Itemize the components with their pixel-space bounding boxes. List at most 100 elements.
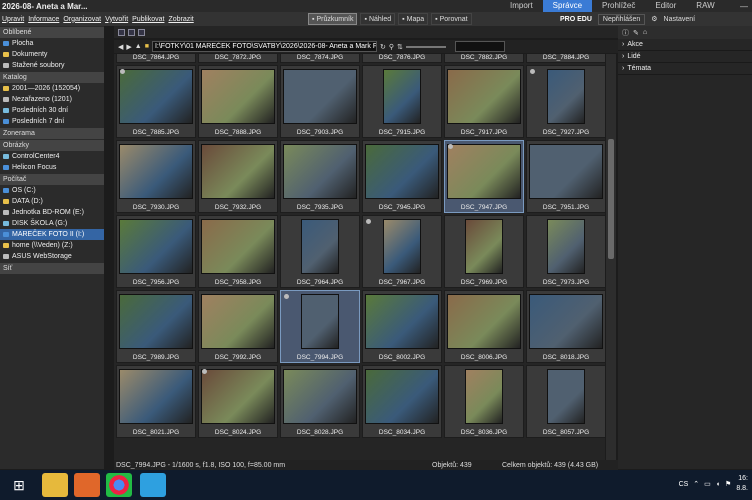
sidebar-item[interactable]: Posledních 30 dní bbox=[0, 105, 104, 116]
menu-item[interactable]: Informace bbox=[26, 16, 61, 23]
photo-app-icon[interactable] bbox=[140, 473, 166, 497]
sidebar-item[interactable]: Jednotka BD-ROM (E:) bbox=[0, 207, 104, 218]
sidebar-item[interactable]: DISK ŠKOLA (G:) bbox=[0, 218, 104, 229]
layout-icon[interactable] bbox=[118, 28, 125, 36]
sidebar-item[interactable]: ControlCenter4 bbox=[0, 151, 104, 162]
sidebar-item[interactable]: Nezařazeno (1201) bbox=[0, 94, 104, 105]
thumbnail[interactable]: DSC_7989.JPG bbox=[116, 290, 196, 363]
sidebar-section-header[interactable]: Katalog bbox=[0, 72, 104, 83]
thumbnail[interactable]: DSC_7903.JPG bbox=[280, 65, 360, 138]
edit-icon[interactable]: ✎ bbox=[633, 29, 639, 37]
filter-icon[interactable]: ⚲ bbox=[389, 43, 394, 51]
info-icon[interactable]: ⓘ bbox=[622, 28, 629, 38]
sidebar-item[interactable]: DATA (D:) bbox=[0, 196, 104, 207]
sidebar-item[interactable]: ASUS WebStorage bbox=[0, 251, 104, 262]
thumbnail[interactable]: DSC_7994.JPG bbox=[280, 290, 360, 363]
thumbnail[interactable]: DSC_7884.JPG bbox=[526, 54, 605, 63]
back-icon[interactable]: ◀ bbox=[118, 43, 123, 51]
mode-tab-správce[interactable]: Správce bbox=[542, 0, 593, 12]
menu-item[interactable]: Upravit bbox=[0, 16, 26, 23]
sidebar-item[interactable]: OS (C:) bbox=[0, 185, 104, 196]
signin-dropdown[interactable]: Nepřihlášen bbox=[597, 13, 646, 25]
right-panel-section[interactable]: › Lidé bbox=[618, 51, 752, 63]
mode-tab-editor[interactable]: Editor bbox=[645, 0, 686, 12]
menu-item[interactable]: Organizovat bbox=[61, 16, 103, 23]
thumbnail[interactable]: DSC_8036.JPG bbox=[444, 365, 524, 438]
clock[interactable]: 16: 8.8. bbox=[736, 474, 748, 494]
thumbnail[interactable]: DSC_7951.JPG bbox=[526, 140, 605, 213]
thumbnail[interactable]: DSC_8018.JPG bbox=[526, 290, 605, 363]
thumbnail[interactable]: DSC_7958.JPG bbox=[198, 215, 278, 288]
network-icon[interactable]: ▭ bbox=[704, 480, 711, 488]
thumbnail[interactable]: DSC_7864.JPG bbox=[116, 54, 196, 63]
forward-icon[interactable]: ▶ bbox=[126, 43, 131, 51]
sidebar-section-header[interactable]: Obrázky bbox=[0, 140, 104, 151]
thumbnail[interactable]: DSC_7874.JPG bbox=[280, 54, 360, 63]
zoom-slider[interactable] bbox=[405, 45, 446, 48]
chrome-icon[interactable] bbox=[106, 473, 132, 497]
volume-icon[interactable]: ◖ bbox=[716, 481, 720, 488]
start-icon[interactable]: ⊞ bbox=[6, 473, 32, 497]
sidebar-item[interactable]: Stažené soubory bbox=[0, 60, 104, 71]
thumbnail[interactable]: DSC_8028.JPG bbox=[280, 365, 360, 438]
thumbnail[interactable]: DSC_7947.JPG bbox=[444, 140, 524, 213]
tag-icon[interactable]: ⌂ bbox=[643, 29, 647, 36]
menu-item[interactable]: Zobrazit bbox=[166, 16, 195, 23]
sidebar-section-header[interactable]: Síť bbox=[0, 263, 104, 274]
right-panel-section[interactable]: › Akce bbox=[618, 39, 752, 51]
up-icon[interactable]: ▲ bbox=[135, 43, 142, 50]
thumbnail[interactable]: DSC_7930.JPG bbox=[116, 140, 196, 213]
scrollbar-thumb[interactable] bbox=[608, 139, 614, 259]
sidebar-section-header[interactable]: Počítač bbox=[0, 174, 104, 185]
minimize-icon[interactable]: — bbox=[740, 2, 748, 11]
thumbnail[interactable]: DSC_7876.JPG bbox=[362, 54, 442, 63]
thumbnail[interactable]: DSC_7992.JPG bbox=[198, 290, 278, 363]
gear-icon[interactable]: ⚙ bbox=[651, 15, 657, 23]
thumbnail[interactable]: DSC_7885.JPG bbox=[116, 65, 196, 138]
thumbnail[interactable]: DSC_7967.JPG bbox=[362, 215, 442, 288]
thumbnail[interactable]: DSC_8034.JPG bbox=[362, 365, 442, 438]
search-input[interactable] bbox=[454, 41, 505, 52]
view-button[interactable]: ▪ Mapa bbox=[398, 13, 429, 25]
thumbnail[interactable]: DSC_8024.JPG bbox=[198, 365, 278, 438]
panel-icon[interactable] bbox=[138, 28, 145, 36]
thumbnail[interactable]: DSC_7956.JPG bbox=[116, 215, 196, 288]
sidebar-item[interactable]: Helicon Focus bbox=[0, 162, 104, 173]
sidebar-item[interactable]: Plocha bbox=[0, 38, 104, 49]
thumbnail[interactable]: DSC_8006.JPG bbox=[444, 290, 524, 363]
thumbnail[interactable]: DSC_8002.JPG bbox=[362, 290, 442, 363]
thumbnail[interactable]: DSC_7915.JPG bbox=[362, 65, 442, 138]
thumbnail[interactable]: DSC_7969.JPG bbox=[444, 215, 524, 288]
zoner-icon[interactable] bbox=[74, 473, 100, 497]
right-panel-section[interactable]: › Témata bbox=[618, 63, 752, 75]
thumbnail[interactable]: DSC_8021.JPG bbox=[116, 365, 196, 438]
sort-icon[interactable]: ⇅ bbox=[397, 43, 403, 51]
sidebar-item[interactable]: Posledních 7 dní bbox=[0, 116, 104, 127]
mode-tab-prohlížeč[interactable]: Prohlížeč bbox=[592, 0, 645, 12]
sidebar-section-header[interactable]: Zonerama bbox=[0, 128, 104, 139]
sidebar-item[interactable]: MAREČEK FOTO II (I:) bbox=[0, 229, 104, 240]
thumbnail[interactable]: DSC_7872.JPG bbox=[198, 54, 278, 63]
flag-icon[interactable]: ⚑ bbox=[725, 480, 731, 488]
sidebar-item[interactable]: home (\\Veden) (Z:) bbox=[0, 240, 104, 251]
thumbnail[interactable]: DSC_8057.JPG bbox=[526, 365, 605, 438]
explorer-icon[interactable] bbox=[42, 473, 68, 497]
thumbnail[interactable]: DSC_7945.JPG bbox=[362, 140, 442, 213]
folder-icon[interactable]: ■ bbox=[145, 43, 149, 50]
sidebar-item[interactable]: Dokumenty bbox=[0, 49, 104, 60]
thumbnail[interactable]: DSC_7973.JPG bbox=[526, 215, 605, 288]
vertical-scrollbar[interactable] bbox=[606, 54, 616, 460]
thumbnail[interactable]: DSC_7932.JPG bbox=[198, 140, 278, 213]
view-button[interactable]: ▪ Náhled bbox=[360, 13, 396, 25]
refresh-icon[interactable]: ↻ bbox=[380, 43, 386, 51]
language-indicator[interactable]: CS bbox=[679, 481, 689, 488]
mode-tab-import[interactable]: Import bbox=[500, 0, 543, 12]
tray-chevron-icon[interactable]: ⌃ bbox=[693, 480, 699, 488]
grid-icon[interactable] bbox=[128, 28, 135, 36]
thumbnail[interactable]: DSC_7927.JPG bbox=[526, 65, 605, 138]
thumbnail[interactable]: DSC_7882.JPG bbox=[444, 54, 524, 63]
thumbnail[interactable]: DSC_7888.JPG bbox=[198, 65, 278, 138]
sidebar-section-header[interactable]: Oblíbené bbox=[0, 27, 104, 38]
path-field[interactable]: I:\FOTKY\01 MAREČEK FOTO\SVATBY\2026\202… bbox=[151, 41, 377, 52]
thumbnail[interactable]: DSC_7917.JPG bbox=[444, 65, 524, 138]
